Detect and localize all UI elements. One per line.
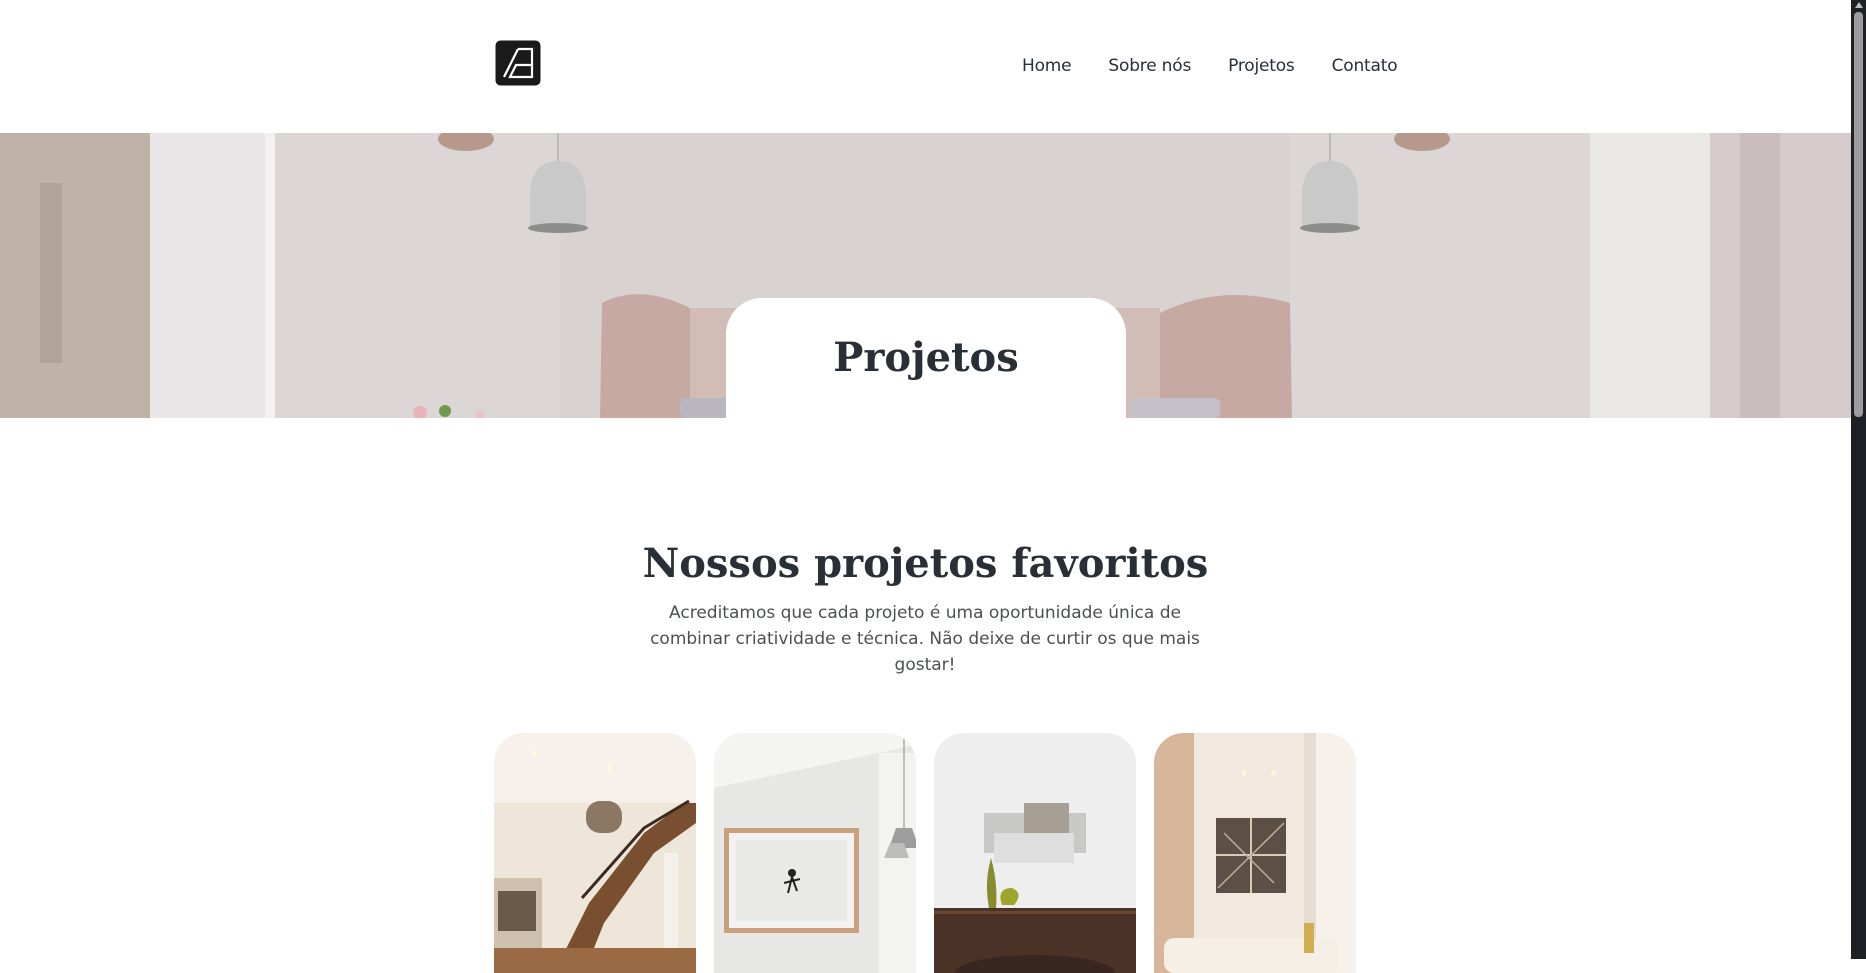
nav-projects-link[interactable]: Projetos: [1228, 56, 1295, 76]
scroll-up-arrow-icon[interactable]: [1855, 2, 1863, 8]
page-title: Projetos: [833, 334, 1019, 381]
project-card-staircase[interactable]: [494, 733, 696, 973]
section-title: Nossos projetos favoritos: [642, 540, 1209, 587]
site-header: Home Sobre nós Projetos Contato: [0, 0, 1851, 133]
main-navigation: Home Sobre nós Projetos Contato: [1022, 56, 1398, 76]
nav-about-link[interactable]: Sobre nós: [1108, 56, 1191, 76]
project-card-living-room[interactable]: [1154, 733, 1356, 973]
project-card-wall-art[interactable]: [714, 733, 916, 973]
project-card-sideboard[interactable]: [934, 733, 1136, 973]
living-room-interior-photo: [1154, 733, 1356, 973]
projects-gallery: [494, 733, 1356, 973]
staircase-interior-photo: [494, 733, 696, 973]
hero-banner-image: Projetos: [0, 133, 1851, 418]
nav-home-link[interactable]: Home: [1022, 56, 1072, 76]
scrollbar-thumb[interactable]: [1854, 12, 1863, 417]
nav-contact-link[interactable]: Contato: [1332, 56, 1398, 76]
wall-art-interior-photo: [714, 733, 916, 973]
hero-title-card: Projetos: [726, 298, 1126, 418]
sideboard-interior-photo: [934, 733, 1136, 973]
section-description: Acreditamos que cada projeto é uma oport…: [650, 603, 1200, 675]
architecture-logo-icon[interactable]: [494, 39, 542, 87]
